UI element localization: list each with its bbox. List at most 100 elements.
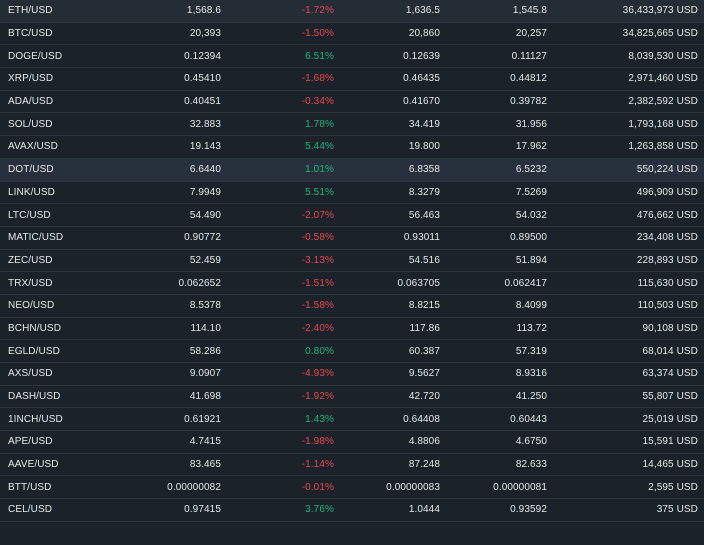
pair-cell: NEO/USD — [8, 300, 55, 312]
pair-cell: BTT/USD — [8, 481, 52, 493]
low-price-cell: 0.11127 — [511, 50, 547, 62]
volume-cell: 14,465 USD — [642, 459, 698, 471]
last-price-cell: 1,568.6 — [186, 5, 221, 17]
table-row[interactable]: BTC/USD 20,393 -1.50% 20,860 20,257 34,825,66… — [0, 23, 704, 46]
volume-cell: 496,909 USD — [636, 186, 698, 198]
high-price-cell: 54.516 — [408, 254, 440, 266]
table-row[interactable]: ZEC/USD 52.459 -3.13% 54.516 51.894 228,893 U… — [0, 250, 704, 273]
last-price-cell: 58.286 — [189, 345, 221, 357]
high-price-cell: 20,860 — [408, 28, 440, 40]
table-row[interactable]: LTC/USD 54.490 -2.07% 56.463 54.032 476,662 U… — [0, 204, 704, 227]
pair-cell: DASH/USD — [8, 391, 61, 403]
change-percent-cell: -2.07% — [301, 209, 334, 221]
volume-cell: 68,014 USD — [642, 345, 698, 357]
low-price-cell: 0.00000081 — [493, 481, 547, 493]
last-price-cell: 4.7415 — [189, 436, 221, 448]
last-price-cell: 0.062652 — [178, 277, 221, 289]
volume-cell: 90,108 USD — [642, 322, 698, 334]
low-price-cell: 113.72 — [516, 322, 547, 334]
last-price-cell: 0.12394 — [184, 50, 221, 62]
table-row[interactable]: ADA/USD 0.40451 -0.34% 0.41670 0.39782 2,382,… — [0, 91, 704, 114]
high-price-cell: 60.387 — [408, 345, 440, 357]
volume-cell: 228,893 USD — [636, 254, 698, 266]
volume-cell: 34,825,665 USD — [622, 28, 698, 40]
table-row[interactable]: SOL/USD 32.883 1.78% 34.419 31.956 1,793,168 … — [0, 113, 704, 137]
high-price-cell: 0.93011 — [403, 232, 440, 244]
pair-cell: ETH/USD — [8, 5, 53, 17]
pair-cell: DOGE/USD — [8, 50, 63, 62]
last-price-cell: 0.61921 — [184, 413, 221, 425]
change-percent-cell: 5.51% — [305, 186, 334, 198]
low-price-cell: 1,545.8 — [512, 5, 547, 17]
high-price-cell: 117.86 — [409, 322, 440, 334]
table-row[interactable]: CEL/USD 0.97415 3.76% 1.0444 0.93592 375 USD — [0, 499, 704, 522]
table-row[interactable]: AAVE/USD 83.465 -1.14% 87.248 82.633 14,465 U… — [0, 454, 704, 477]
volume-cell: 476,662 USD — [636, 209, 698, 221]
volume-cell: 110,503 USD — [637, 300, 698, 312]
last-price-cell: 83.465 — [189, 459, 221, 471]
table-row[interactable]: NEO/USD 8.5378 -1.58% 8.8215 8.4099 110,503 U… — [0, 295, 704, 318]
pair-cell: MATIC/USD — [8, 232, 64, 244]
table-row[interactable]: BTT/USD 0.00000082 -0.01% 0.00000083 0.00000… — [0, 476, 704, 500]
change-percent-cell: -1.58% — [301, 300, 334, 312]
table-row[interactable]: DASH/USD 41.698 -1.92% 42.720 41.250 55,807 U… — [0, 386, 704, 409]
high-price-cell: 8.3279 — [408, 186, 440, 198]
last-price-cell: 0.00000082 — [167, 481, 221, 493]
pair-cell: LINK/USD — [8, 186, 55, 198]
table-row[interactable]: EGLD/USD 58.286 0.80% 60.387 57.319 68,014 US… — [0, 340, 704, 363]
volume-cell: 36,433,973 USD — [622, 5, 698, 17]
change-percent-cell: -4.93% — [301, 368, 334, 380]
last-price-cell: 0.45410 — [184, 73, 221, 85]
last-price-cell: 0.40451 — [184, 96, 221, 108]
volume-cell: 63,374 USD — [642, 368, 698, 380]
change-percent-cell: 0.80% — [305, 345, 334, 357]
table-row[interactable]: LINK/USD 7.9949 5.51% 8.3279 7.5269 496,909 U… — [0, 182, 704, 205]
high-price-cell: 1.0444 — [408, 504, 440, 516]
low-price-cell: 0.93592 — [510, 504, 547, 516]
high-price-cell: 6.8358 — [408, 164, 440, 176]
low-price-cell: 6.5232 — [515, 164, 547, 176]
high-price-cell: 0.00000083 — [386, 481, 440, 493]
low-price-cell: 82.633 — [515, 459, 547, 471]
table-row[interactable]: MATIC/USD 0.90772 -0.58% 0.93011 0.89500 234,… — [0, 227, 704, 250]
table-row[interactable]: AVAX/USD 19.143 5.44% 19.800 17.962 1,263,858… — [0, 136, 704, 159]
volume-cell: 8,039,530 USD — [628, 50, 698, 62]
low-price-cell: 41.250 — [515, 391, 547, 403]
table-row[interactable]: DOGE/USD 0.12394 6.51% 0.12639 0.11127 8,039,… — [0, 45, 704, 69]
table-row[interactable]: ETH/USD 1,568.6 -1.72% 1,636.5 1,545.8 36,433… — [0, 0, 704, 23]
table-row[interactable]: APE/USD 4.7415 -1.98% 4.8806 4.6750 15,591 US… — [0, 431, 704, 454]
last-price-cell: 0.97415 — [184, 504, 221, 516]
table-row[interactable]: BCHN/USD 114.10 -2.40% 117.86 113.72 90,108 U… — [0, 318, 704, 341]
low-price-cell: 8.4099 — [515, 300, 547, 312]
last-price-cell: 114.10 — [190, 322, 221, 334]
low-price-cell: 54.032 — [515, 209, 547, 221]
table-row[interactable]: XRP/USD 0.45410 -1.68% 0.46435 0.44812 2,971,… — [0, 68, 704, 91]
table-row[interactable]: DOT/USD 6.6440 1.01% 6.8358 6.5232 550,224 US… — [0, 158, 704, 182]
pair-cell: BTC/USD — [8, 28, 53, 40]
last-price-cell: 8.5378 — [189, 300, 221, 312]
ticker-table: ETH/USD 1,568.6 -1.72% 1,636.5 1,545.8 36,433… — [0, 0, 704, 545]
high-price-cell: 8.8215 — [408, 300, 440, 312]
change-percent-cell: 1.43% — [305, 413, 334, 425]
volume-cell: 2,382,592 USD — [628, 96, 698, 108]
volume-cell: 2,971,460 USD — [628, 73, 698, 85]
high-price-cell: 87.248 — [408, 459, 440, 471]
volume-cell: 55,807 USD — [642, 391, 698, 403]
change-percent-cell: 1.78% — [305, 118, 334, 130]
low-price-cell: 0.60443 — [510, 413, 547, 425]
table-row[interactable]: TRX/USD 0.062652 -1.51% 0.063705 0.062417 115… — [0, 272, 704, 295]
volume-cell: 1,793,168 USD — [628, 118, 698, 130]
high-price-cell: 1,636.5 — [405, 5, 440, 17]
high-price-cell: 19.800 — [408, 141, 440, 153]
table-row[interactable]: AXS/USD 9.0907 -4.93% 9.5627 8.9316 63,374 US… — [0, 363, 704, 386]
high-price-cell: 9.5627 — [408, 368, 440, 380]
change-percent-cell: 1.01% — [305, 164, 334, 176]
pair-cell: SOL/USD — [8, 118, 53, 130]
last-price-cell: 0.90772 — [184, 232, 221, 244]
change-percent-cell: -2.40% — [301, 322, 334, 334]
last-price-cell: 52.459 — [189, 254, 221, 266]
last-price-cell: 19.143 — [189, 141, 221, 153]
high-price-cell: 42.720 — [408, 391, 440, 403]
low-price-cell: 8.9316 — [515, 368, 547, 380]
table-row[interactable]: 1INCH/USD 0.61921 1.43% 0.64408 0.60443 25,01… — [0, 408, 704, 432]
